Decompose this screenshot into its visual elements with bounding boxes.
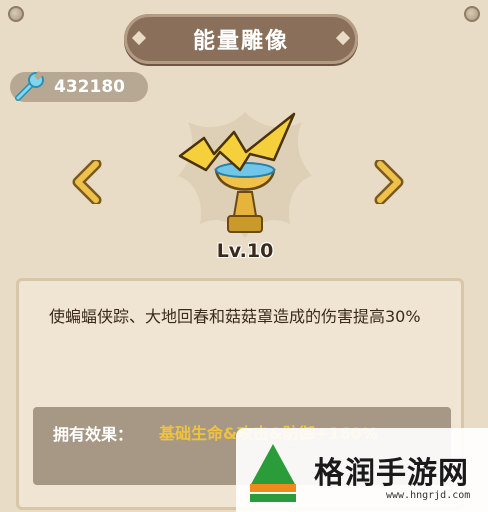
page-title: 能量雕像 bbox=[192, 29, 289, 54]
effect-label: 拥有效果： bbox=[53, 425, 134, 444]
energy-statue-icon bbox=[178, 112, 312, 238]
watermark: 格润手游网 www.hngrjd.com bbox=[236, 428, 488, 512]
watermark-url: www.hngrjd.com bbox=[386, 490, 471, 501]
wrench-icon bbox=[15, 71, 44, 101]
currency-display: 432180 bbox=[10, 71, 148, 102]
corner-pin-left bbox=[8, 6, 24, 22]
corner-pin-right bbox=[464, 6, 480, 22]
statue-level: Lv.10 bbox=[216, 240, 274, 262]
watermark-title: 格润手游网 bbox=[314, 456, 469, 491]
prev-arrow-button[interactable] bbox=[70, 160, 104, 204]
statue-description: 使蝙蝠侠踪、大地回春和菇菇罩造成的伤害提高30% bbox=[49, 307, 421, 326]
watermark-logo-icon bbox=[250, 444, 296, 502]
currency-value: 432180 bbox=[54, 77, 125, 97]
title-banner: 能量雕像 bbox=[124, 14, 358, 64]
next-arrow-button[interactable] bbox=[372, 160, 406, 204]
